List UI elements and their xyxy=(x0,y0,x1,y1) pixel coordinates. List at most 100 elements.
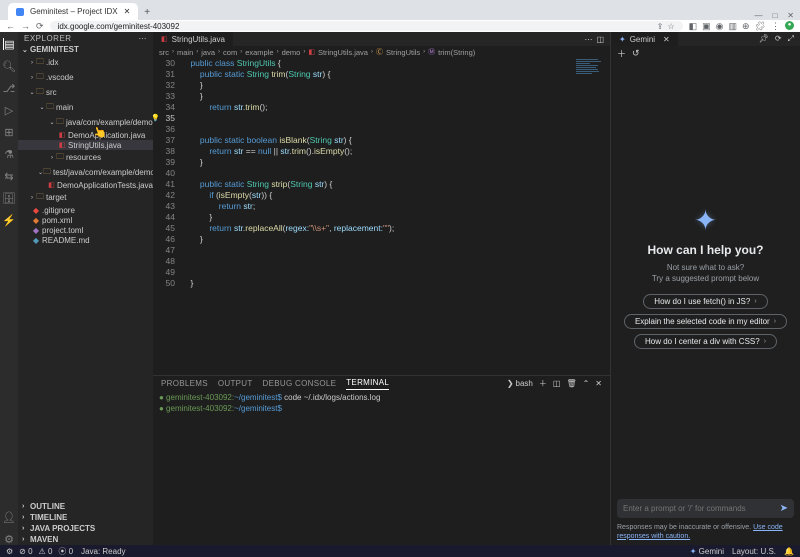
breadcrumb-item[interactable]: trim(String) xyxy=(438,48,475,57)
editor-more-icon[interactable]: ⋯ xyxy=(584,35,592,44)
tree-folder-target[interactable]: ›🗀target xyxy=(18,190,153,205)
popout-icon[interactable]: ⤢ xyxy=(788,34,794,44)
status-gemini[interactable]: ✦ Gemini xyxy=(690,547,724,556)
ext-icon[interactable]: ▣ xyxy=(702,21,711,32)
tree-folder-idx[interactable]: ›🗀.idx xyxy=(18,55,153,70)
explorer-icon[interactable]: ▤ xyxy=(3,38,15,50)
terminal-shell[interactable]: ❯bash xyxy=(507,379,533,388)
maven-section[interactable]: ›MAVEN xyxy=(18,534,153,545)
close-panel-icon[interactable]: ✕ xyxy=(595,379,602,388)
tree-file-stringutils[interactable]: ◧StringUtils.java xyxy=(18,140,153,150)
settings-icon[interactable]: ⚙ xyxy=(3,533,15,545)
split-terminal-icon[interactable]: ◫ xyxy=(553,379,561,388)
ext-icon[interactable]: ⊕ xyxy=(742,21,750,32)
breadcrumb-item[interactable]: main xyxy=(177,48,193,57)
status-item[interactable]: ⊘ 0 xyxy=(19,547,32,556)
tree-file-toml[interactable]: ◆project.toml xyxy=(18,225,153,235)
panel-tab-output[interactable]: OUTPUT xyxy=(218,377,253,390)
extensions-icon[interactable]: ⊞ xyxy=(3,126,15,138)
breadcrumb-item[interactable]: java xyxy=(201,48,215,57)
outline-section[interactable]: ›OUTLINE xyxy=(18,501,153,512)
maximize-panel-icon[interactable]: ⌃ xyxy=(583,379,590,388)
gemini-send-icon[interactable]: ➤ xyxy=(780,503,788,514)
status-java[interactable]: Java: Ready xyxy=(81,547,125,556)
ext-icon[interactable]: ▥ xyxy=(729,21,738,32)
gemini-tab[interactable]: ✦ Gemini ✕ xyxy=(611,32,678,46)
breadcrumb-item[interactable]: com xyxy=(223,48,237,57)
gemini-suggestion-pill[interactable]: How do I center a div with CSS?› xyxy=(634,334,777,349)
run-debug-icon[interactable]: ▷ xyxy=(3,104,15,116)
ext-icon[interactable]: ◉ xyxy=(716,21,724,32)
avatar-icon[interactable]: ● xyxy=(785,21,794,30)
tree-file-demoapp[interactable]: ◧DemoApplication.java xyxy=(18,130,153,140)
breadcrumb[interactable]: src›main›java›com›example›demo›◧ StringU… xyxy=(153,46,610,58)
history-icon[interactable]: ↺ xyxy=(632,48,640,59)
timeline-section[interactable]: ›TIMELINE xyxy=(18,512,153,523)
gemini-suggestion-pill[interactable]: How do I use fetch() in JS?› xyxy=(643,294,767,309)
share-icon[interactable]: ⇪ xyxy=(657,22,664,31)
browser-tab[interactable]: Geminitest – Project IDX ✕ xyxy=(8,3,138,20)
star-icon[interactable]: ☆ xyxy=(667,22,674,31)
nav-forward-icon[interactable]: → xyxy=(21,21,30,32)
status-layout[interactable]: Layout: U.S. xyxy=(732,547,776,556)
window-close-icon[interactable]: ✕ xyxy=(787,11,794,20)
status-item[interactable]: ⚙ xyxy=(6,547,13,556)
new-chat-icon[interactable]: ＋ xyxy=(617,47,626,60)
gemini-suggestion-pill[interactable]: Explain the selected code in my editor› xyxy=(624,314,787,329)
tree-folder-test-pkg[interactable]: ⌄🗀test/java/com/example/demo xyxy=(18,165,153,180)
breadcrumb-item[interactable]: StringUtils.java xyxy=(318,48,368,57)
editor-tab-stringutils[interactable]: ◧ StringUtils.java xyxy=(153,32,234,46)
ports-icon[interactable]: ⇆ xyxy=(3,170,15,182)
tree-folder-main-pkg[interactable]: ⌄🗀java/com/example/demo xyxy=(18,115,153,130)
status-bell-icon[interactable]: 🔔 xyxy=(784,547,794,556)
menu-icon[interactable]: ⋮ xyxy=(771,21,780,32)
breadcrumb-item[interactable]: StringUtils xyxy=(386,48,420,57)
code-content[interactable]: public class StringUtils { public static… xyxy=(181,58,610,375)
kill-terminal-icon[interactable]: 🗑 xyxy=(566,379,576,388)
pin-icon[interactable]: 📌︎ xyxy=(759,34,769,44)
minimize-icon[interactable]: — xyxy=(754,11,762,20)
restore-icon[interactable]: □ xyxy=(772,11,777,20)
java-projects-section[interactable]: ›JAVA PROJECTS xyxy=(18,523,153,534)
puzzle-icon[interactable]: 🧩︎ xyxy=(755,21,766,32)
tree-folder-src[interactable]: ⌄🗀src xyxy=(18,85,153,100)
minimap[interactable] xyxy=(574,58,610,375)
account-icon[interactable]: 👤︎ xyxy=(3,511,15,523)
tree-folder-main[interactable]: ⌄🗀main xyxy=(18,100,153,115)
new-terminal-icon[interactable]: ＋ xyxy=(539,378,547,389)
gemini-text-input[interactable] xyxy=(623,504,780,513)
tree-folder-resources[interactable]: ›🗀resources xyxy=(18,150,153,165)
terminal-body[interactable]: ● geminitest-403092:~/geminitest$ code ~… xyxy=(153,390,610,545)
status-item[interactable]: ⚠ 0 xyxy=(39,547,53,556)
tree-file-gitignore[interactable]: ◆.gitignore xyxy=(18,205,153,215)
refresh-icon[interactable]: ⟳ xyxy=(775,34,782,44)
breadcrumb-item[interactable]: demo xyxy=(282,48,301,57)
source-control-icon[interactable]: ⎇ xyxy=(3,82,15,94)
split-editor-icon[interactable]: ◫ xyxy=(596,35,604,44)
tree-file-demotests[interactable]: ◧DemoApplicationTests.java xyxy=(18,180,153,190)
database-icon[interactable]: 🗄︎ xyxy=(3,192,15,204)
test-icon[interactable]: ⚗ xyxy=(3,148,15,160)
code-editor[interactable]: 303132333435💡363738394041424344454647484… xyxy=(153,58,610,375)
gemini-tab-close-icon[interactable]: ✕ xyxy=(663,35,670,44)
ext-icon[interactable]: ◧ xyxy=(689,21,698,32)
nav-reload-icon[interactable]: ⟳ xyxy=(36,21,44,32)
new-tab-button[interactable]: + xyxy=(138,5,156,20)
gemini-input[interactable]: ➤ xyxy=(617,499,794,518)
tree-file-pom[interactable]: ◆pom.xml xyxy=(18,215,153,225)
panel-tab-terminal[interactable]: TERMINAL xyxy=(346,376,389,390)
lightbulb-icon[interactable]: 💡 xyxy=(153,113,160,124)
explorer-more-icon[interactable]: ⋯ xyxy=(139,34,148,43)
tab-close-icon[interactable]: ✕ xyxy=(124,7,131,16)
panel-tab-problems[interactable]: PROBLEMS xyxy=(161,377,208,390)
lightning-icon[interactable]: ⚡ xyxy=(3,214,15,226)
breadcrumb-item[interactable]: example xyxy=(245,48,273,57)
panel-tab-debug-console[interactable]: DEBUG CONSOLE xyxy=(263,377,337,390)
status-item[interactable]: ⦿ 0 xyxy=(58,546,73,557)
tree-folder-vscode[interactable]: ›🗀.vscode xyxy=(18,70,153,85)
nav-back-icon[interactable]: ← xyxy=(6,21,15,32)
breadcrumb-item[interactable]: src xyxy=(159,48,169,57)
tree-file-readme[interactable]: ◆README.md xyxy=(18,235,153,245)
url-field[interactable]: idx.google.com/geminitest-403092 ⇪ ☆ xyxy=(50,21,683,31)
search-icon[interactable]: 🔍︎ xyxy=(3,60,15,72)
